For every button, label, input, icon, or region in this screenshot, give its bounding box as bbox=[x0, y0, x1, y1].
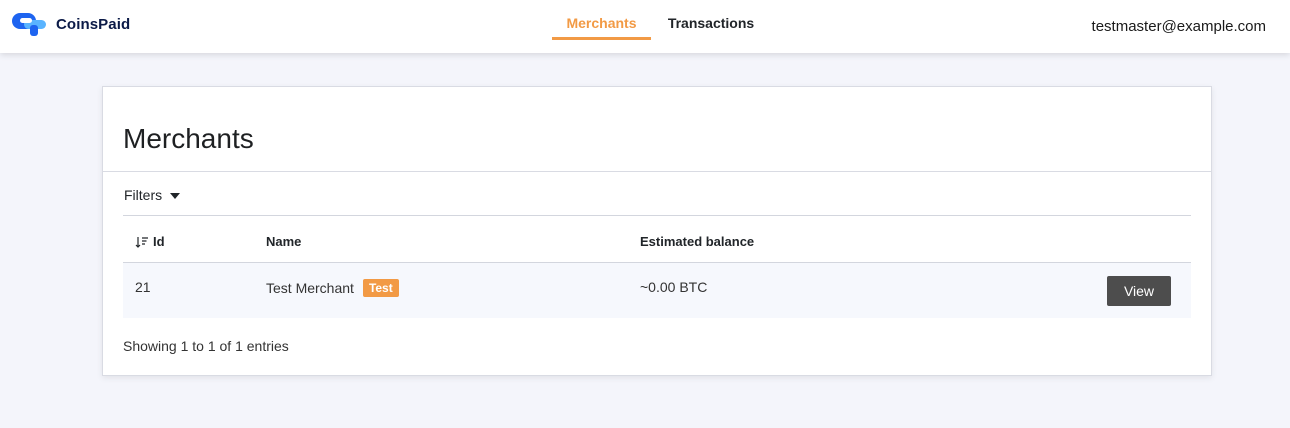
tab-transactions[interactable]: Transactions bbox=[657, 0, 765, 40]
filters-toggle[interactable]: Filters bbox=[124, 187, 181, 203]
sort-icon bbox=[135, 236, 148, 248]
column-header-id[interactable]: Id bbox=[135, 234, 165, 249]
column-id-label: Id bbox=[153, 234, 165, 249]
view-button[interactable]: View bbox=[1107, 276, 1171, 306]
coinspaid-logo bbox=[12, 11, 48, 37]
top-navbar: CoinsPaid Merchants Transactions testmas… bbox=[0, 0, 1290, 53]
tab-merchants[interactable]: Merchants bbox=[552, 0, 651, 40]
user-menu[interactable]: testmaster@example.com bbox=[1092, 18, 1266, 35]
cell-id: 21 bbox=[135, 279, 151, 295]
merchants-table: Id Name Estimated balance 21 Test Mercha… bbox=[123, 215, 1191, 318]
merchant-name: Test Merchant bbox=[266, 280, 354, 296]
brand-name: CoinsPaid bbox=[56, 15, 131, 33]
column-header-balance: Estimated balance bbox=[640, 234, 755, 249]
test-badge: Test bbox=[362, 279, 399, 297]
filters-label: Filters bbox=[124, 187, 163, 203]
brand[interactable]: CoinsPaid bbox=[12, 11, 130, 37]
caret-down-icon bbox=[170, 193, 181, 199]
title-divider bbox=[103, 171, 1211, 172]
merchants-card: Merchants Filters Id Name Estimated bala… bbox=[102, 86, 1212, 376]
table-header: Id Name Estimated balance bbox=[123, 215, 1191, 263]
entries-info: Showing 1 to 1 of 1 entries bbox=[123, 338, 289, 354]
page-title: Merchants bbox=[123, 123, 254, 154]
cell-balance: ~0.00 BTC bbox=[640, 279, 708, 295]
main-nav: Merchants Transactions bbox=[552, 0, 765, 53]
table-row: 21 Test Merchant Test ~0.00 BTC View bbox=[123, 263, 1191, 318]
cell-name: Test Merchant Test bbox=[266, 279, 399, 297]
column-header-name: Name bbox=[266, 234, 302, 249]
